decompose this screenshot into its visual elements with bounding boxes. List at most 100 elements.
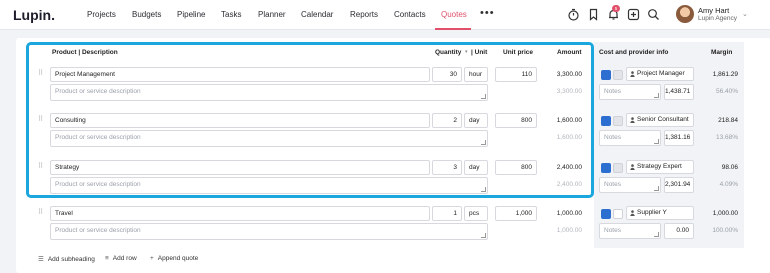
add-row-button[interactable]: ≡ Add row	[105, 255, 137, 262]
nav-pipeline[interactable]: Pipeline	[177, 10, 205, 19]
nav-calendar[interactable]: Calendar	[301, 10, 333, 19]
description-textarea[interactable]: Product or service description	[50, 84, 488, 101]
document-provider-icon[interactable]	[613, 116, 623, 126]
margin-percent: 56.40%	[715, 88, 738, 95]
resize-handle-icon[interactable]	[654, 139, 659, 144]
chevron-down-icon[interactable]: ⌄	[742, 10, 748, 18]
product-input[interactable]: Project Management	[50, 67, 430, 82]
unit-select[interactable]: day	[464, 113, 488, 128]
quantity-input[interactable]: 1	[432, 206, 462, 221]
cost-input[interactable]: 0.00	[664, 223, 694, 239]
header-product-description: Product | Description	[52, 49, 118, 56]
unit-select[interactable]: pcs	[464, 206, 488, 221]
resize-handle-icon[interactable]	[481, 94, 486, 99]
user-organization: Lupin Agency	[698, 15, 738, 22]
margin-value: 1,000.00	[712, 210, 738, 217]
user-avatar[interactable]	[676, 5, 694, 23]
header-amount: Amount	[557, 49, 582, 56]
nav-budgets[interactable]: Budgets	[132, 10, 161, 19]
user-name[interactable]: Amy Hart	[698, 6, 729, 15]
amount-value: 1,000.00	[556, 210, 582, 217]
person-icon	[630, 210, 635, 216]
document-provider-icon[interactable]	[613, 70, 623, 80]
drag-handle-icon[interactable]: ⠿	[38, 162, 43, 170]
notes-input[interactable]: Notes	[599, 130, 661, 146]
add-subheading-button[interactable]: ☰ Add subheading	[38, 255, 95, 263]
resize-handle-icon[interactable]	[654, 232, 659, 237]
description-textarea[interactable]: Product or service description	[50, 130, 488, 147]
resize-handle-icon[interactable]	[481, 233, 486, 238]
add-icon[interactable]	[627, 8, 640, 21]
unit-price-input[interactable]: 1,000	[495, 206, 537, 221]
amount-value: 2,400.00	[556, 164, 582, 171]
more-menu-icon[interactable]: •••	[480, 7, 495, 19]
cost-input[interactable]: 1,438.71	[664, 84, 694, 100]
description-textarea[interactable]: Product or service description	[50, 223, 488, 240]
nav-contacts[interactable]: Contacts	[394, 10, 426, 19]
sort-icon[interactable]: ▾	[465, 49, 468, 55]
cost-input[interactable]: 2,301.94	[664, 177, 694, 193]
nav-reports[interactable]: Reports	[350, 10, 378, 19]
provider-field[interactable]: Strategy Expert	[626, 160, 694, 174]
description-textarea[interactable]: Product or service description	[50, 177, 488, 194]
quantity-input[interactable]: 2	[432, 113, 462, 128]
unit-price-input[interactable]: 800	[495, 160, 537, 175]
unit-select[interactable]: day	[464, 160, 488, 175]
person-icon	[630, 71, 635, 77]
amount-secondary-value: 3,300.00	[556, 88, 582, 95]
document-provider-icon[interactable]	[613, 209, 623, 219]
provider-field[interactable]: Senior Consultant	[626, 113, 694, 127]
person-icon	[630, 164, 635, 170]
product-input[interactable]: Travel	[50, 206, 430, 221]
app-logo[interactable]: Lupin.	[13, 7, 55, 23]
notification-badge: 5	[612, 5, 620, 12]
provider-field[interactable]: Project Manager	[626, 67, 694, 81]
margin-value: 218.84	[718, 117, 738, 124]
bookmark-icon[interactable]	[587, 8, 600, 21]
margin-percent: 13.68%	[715, 134, 738, 141]
margin-value: 1,861.29	[712, 71, 738, 78]
nav-projects[interactable]: Projects	[87, 10, 116, 19]
margin-percent: 4.09%	[719, 181, 738, 188]
resize-handle-icon[interactable]	[654, 93, 659, 98]
unit-price-input[interactable]: 110	[495, 67, 537, 82]
nav-tasks[interactable]: Tasks	[221, 10, 241, 19]
append-quote-button[interactable]: + Append quote	[150, 255, 198, 262]
header-quantity[interactable]: Quantity	[435, 49, 461, 56]
top-nav-bar: Lupin. Projects Budgets Pipeline Tasks P…	[0, 0, 770, 30]
user-provider-icon[interactable]	[601, 116, 611, 126]
list-icon: ≡	[105, 255, 109, 262]
amount-secondary-value: 1,000.00	[556, 227, 582, 234]
resize-handle-icon[interactable]	[654, 186, 659, 191]
nav-planner[interactable]: Planner	[258, 10, 286, 19]
user-provider-icon[interactable]	[601, 163, 611, 173]
unit-price-input[interactable]: 800	[495, 113, 537, 128]
header-margin: Margin	[711, 49, 733, 56]
notes-input[interactable]: Notes	[599, 223, 661, 239]
header-cost-provider-info: Cost and provider info	[599, 49, 669, 56]
quantity-input[interactable]: 3	[432, 160, 462, 175]
drag-handle-icon[interactable]: ⠿	[38, 208, 43, 216]
unit-select[interactable]: hour	[464, 67, 488, 82]
cost-input[interactable]: 1,381.16	[664, 130, 694, 146]
header-unit-price: Unit price	[503, 49, 533, 56]
timer-icon[interactable]	[567, 8, 580, 21]
resize-handle-icon[interactable]	[481, 187, 486, 192]
provider-field[interactable]: Supplier Y	[626, 206, 694, 220]
quantity-input[interactable]: 30	[432, 67, 462, 82]
user-provider-icon[interactable]	[601, 209, 611, 219]
resize-handle-icon[interactable]	[481, 140, 486, 145]
notes-input[interactable]: Notes	[599, 84, 661, 100]
document-provider-icon[interactable]	[613, 163, 623, 173]
margin-value: 98.06	[721, 164, 738, 171]
drag-handle-icon[interactable]: ⠿	[38, 69, 43, 77]
user-provider-icon[interactable]	[601, 70, 611, 80]
search-icon[interactable]	[647, 8, 660, 21]
amount-secondary-value: 2,400.00	[556, 181, 582, 188]
nav-quotes[interactable]: Quotes	[441, 10, 467, 19]
drag-handle-icon[interactable]: ⠿	[38, 115, 43, 123]
product-input[interactable]: Strategy	[50, 160, 430, 175]
notes-input[interactable]: Notes	[599, 177, 661, 193]
product-input[interactable]: Consulting	[50, 113, 430, 128]
amount-value: 1,600.00	[556, 117, 582, 124]
